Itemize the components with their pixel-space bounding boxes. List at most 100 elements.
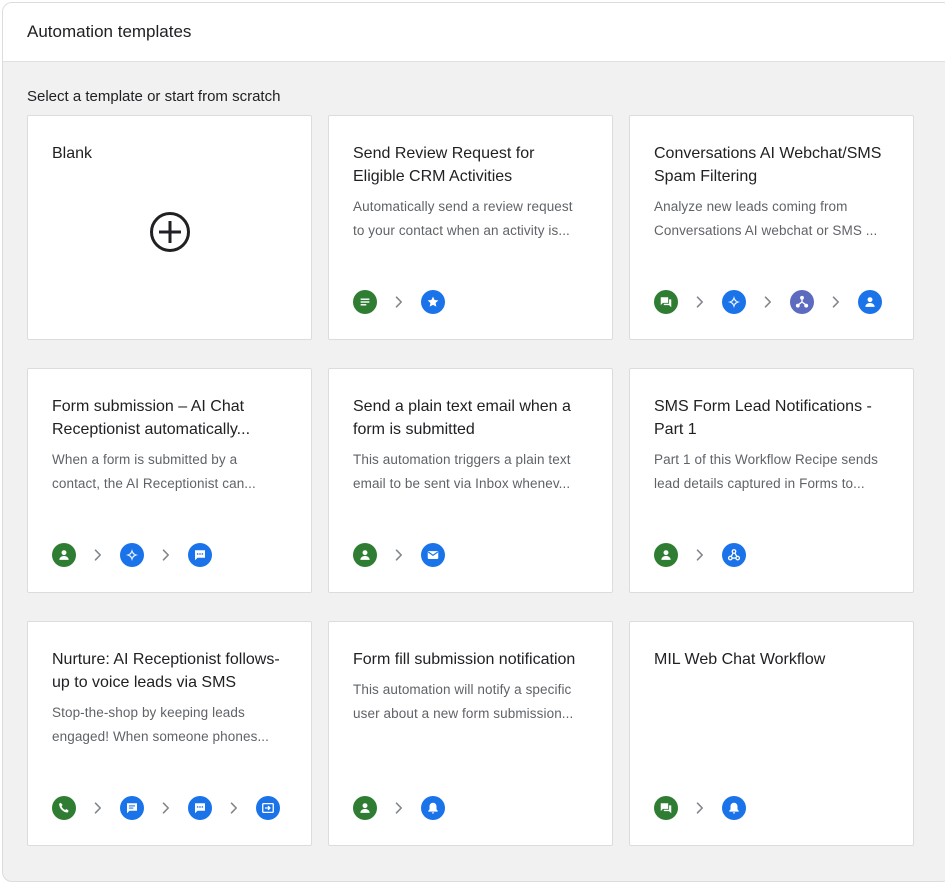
template-title-line: Part 1 <box>654 421 697 438</box>
template-description-line: Part 1 of this Workflow Recipe sends <box>654 452 878 467</box>
sparkle-icon <box>722 290 746 314</box>
template-title-line: Receptionist automatically... <box>52 421 251 438</box>
template-title-line: Form submission – AI Chat <box>52 398 245 415</box>
star-icon <box>421 290 445 314</box>
template-description-line: When a form is submitted by a <box>52 452 238 467</box>
template-title: Send Review Request for Eligible CRM Acti… <box>353 142 588 188</box>
page-title: Automation templates <box>27 22 192 41</box>
forum-icon <box>654 796 678 820</box>
section-subtitle: Select a template or start from scratch <box>27 88 281 105</box>
template-title-line: Send Review Request for <box>353 145 535 162</box>
webhook-icon <box>722 543 746 567</box>
automation-templates-panel: Automation templates Select a template o… <box>2 2 945 882</box>
bell-icon <box>722 796 746 820</box>
chevron-right-icon <box>814 296 858 308</box>
template-description: Automatically send a review request to yo… <box>353 195 588 243</box>
workflow-steps <box>654 290 882 314</box>
template-description-line: lead details captured in Forms to... <box>654 476 865 491</box>
input-icon <box>256 796 280 820</box>
template-card[interactable]: Blank <box>27 115 312 340</box>
template-description: Analyze new leads coming from Conversatio… <box>654 195 889 243</box>
template-description: Part 1 of this Workflow Recipe sends lead… <box>654 448 889 496</box>
workflow-steps <box>52 796 280 820</box>
person-icon <box>858 290 882 314</box>
mail-icon <box>421 543 445 567</box>
workflow-steps <box>654 543 746 567</box>
template-title: MIL Web Chat Workflow <box>654 648 889 671</box>
phone-icon <box>52 796 76 820</box>
template-title-line: Spam Filtering <box>654 168 758 185</box>
add-circle-icon <box>149 211 191 253</box>
template-description-line: This automation triggers a plain text <box>353 452 571 467</box>
chevron-right-icon <box>212 802 256 814</box>
notes-icon <box>353 290 377 314</box>
template-title-line: SMS Form Lead Notifications - <box>654 398 872 415</box>
workflow-steps <box>52 543 212 567</box>
template-title-line: Form fill submission notification <box>353 651 576 668</box>
template-description-line: to your contact when an activity is... <box>353 223 570 238</box>
template-card[interactable]: Nurture: AI Receptionist follows-up to v… <box>27 621 312 846</box>
template-title-line: MIL Web Chat Workflow <box>654 651 826 668</box>
panel-header: Automation templates <box>3 3 945 62</box>
chat-icon <box>188 796 212 820</box>
person-icon <box>353 543 377 567</box>
sparkle-icon <box>120 543 144 567</box>
template-description-line: contact, the AI Receptionist can... <box>52 476 256 491</box>
template-description-line: Stop-the-shop by keeping leads <box>52 705 245 720</box>
template-title-line: Nurture: AI Receptionist follows- <box>52 651 280 668</box>
template-description-line: Conversations AI webchat or SMS ... <box>654 223 878 238</box>
template-title: Form submission – AI Chat Receptionist au… <box>52 395 287 441</box>
template-title: Send a plain text email when a form is su… <box>353 395 588 441</box>
template-title: Conversations AI Webchat/SMS Spam Filteri… <box>654 142 889 188</box>
chevron-right-icon <box>144 802 188 814</box>
branch-icon <box>790 290 814 314</box>
template-description-line: Analyze new leads coming from <box>654 199 848 214</box>
template-title: Form fill submission notification <box>353 648 588 671</box>
template-title: SMS Form Lead Notifications - Part 1 <box>654 395 889 441</box>
template-card[interactable]: SMS Form Lead Notifications - Part 1 Part … <box>629 368 914 593</box>
template-card[interactable]: Send Review Request for Eligible CRM Acti… <box>328 115 613 340</box>
template-title-line: up to voice leads via SMS <box>52 674 237 691</box>
chevron-right-icon <box>678 802 722 814</box>
template-description: This automation triggers a plain text ema… <box>353 448 588 496</box>
chevron-right-icon <box>76 549 120 561</box>
template-title-line: Blank <box>52 145 93 162</box>
template-description-line: email to be sent via Inbox whenev... <box>353 476 571 491</box>
template-card[interactable]: Conversations AI Webchat/SMS Spam Filteri… <box>629 115 914 340</box>
message-icon <box>120 796 144 820</box>
template-card[interactable]: Form submission – AI Chat Receptionist au… <box>27 368 312 593</box>
chevron-right-icon <box>377 549 421 561</box>
template-description-line: user about a new form submission... <box>353 706 574 721</box>
chevron-right-icon <box>144 549 188 561</box>
forum-icon <box>654 290 678 314</box>
workflow-steps <box>353 290 445 314</box>
template-description-line: Automatically send a review request <box>353 199 573 214</box>
person-icon <box>654 543 678 567</box>
template-title-line: Conversations AI Webchat/SMS <box>654 145 882 162</box>
template-description: This automation will notify a specific us… <box>353 678 588 726</box>
template-grid: Blank Send Review Request for Eligible CRM… <box>27 115 945 846</box>
chevron-right-icon <box>746 296 790 308</box>
panel-body: Select a template or start from scratch … <box>3 62 945 846</box>
chat-icon <box>188 543 212 567</box>
template-card[interactable]: MIL Web Chat Workflow <box>629 621 914 846</box>
template-description-line: This automation will notify a specific <box>353 682 572 697</box>
template-title-line: Eligible CRM Activities <box>353 168 513 185</box>
chevron-right-icon <box>377 802 421 814</box>
workflow-steps <box>654 796 746 820</box>
template-title: Blank <box>52 142 287 165</box>
bell-icon <box>421 796 445 820</box>
template-title-line: Send a plain text email when a <box>353 398 571 415</box>
workflow-steps <box>353 796 445 820</box>
person-icon <box>52 543 76 567</box>
chevron-right-icon <box>678 296 722 308</box>
template-description: When a form is submitted by a contact, th… <box>52 448 287 496</box>
chevron-right-icon <box>377 296 421 308</box>
person-icon <box>353 796 377 820</box>
template-title: Nurture: AI Receptionist follows-up to v… <box>52 648 287 694</box>
template-card[interactable]: Send a plain text email when a form is su… <box>328 368 613 593</box>
template-title-line: form is submitted <box>353 421 475 438</box>
template-card[interactable]: Form fill submission notification This au… <box>328 621 613 846</box>
chevron-right-icon <box>76 802 120 814</box>
template-description-line: engaged! When someone phones... <box>52 729 270 744</box>
